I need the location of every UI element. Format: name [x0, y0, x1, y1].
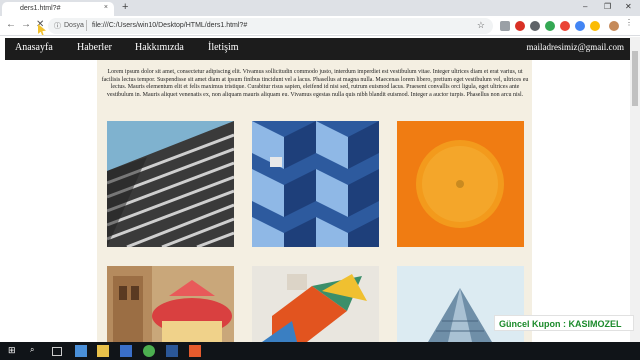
search-icon[interactable]: ⌕ [30, 345, 42, 357]
extension-red-icon[interactable] [515, 21, 525, 31]
site-navbar: Anasayfa Haberler Hakkımızda İletişim ma… [5, 38, 630, 60]
page-viewport: Anasayfa Haberler Hakkımızda İletişim ma… [0, 37, 630, 342]
url-text[interactable]: file:///C:/Users/win10/Desktop/HTML/ders… [92, 22, 247, 29]
translate-icon[interactable] [500, 21, 510, 31]
geometric-shapes-photo [252, 266, 379, 342]
windows-start-icon[interactable]: ⊞ [8, 345, 20, 357]
nav-link-anasayfa[interactable]: Anasayfa [15, 42, 53, 53]
tab-close-icon[interactable]: × [104, 4, 108, 11]
extension-mail-icon[interactable] [560, 21, 570, 31]
word-icon[interactable] [166, 345, 178, 357]
nav-link-iletisim[interactable]: İletişim [208, 42, 239, 53]
scheme-label: Dosya [64, 22, 84, 29]
maximize-button[interactable]: ❐ [604, 2, 611, 11]
chrome-taskbar-icon[interactable] [143, 345, 155, 357]
close-window-button[interactable]: ✕ [625, 2, 632, 11]
nav-link-haberler[interactable]: Haberler [77, 42, 112, 53]
menu-dots-icon[interactable]: ⋮ [625, 18, 635, 28]
scrollbar-thumb[interactable] [632, 51, 638, 106]
address-bar[interactable]: ⓘ Dosya file:///C:/Users/win10/Desktop/H… [48, 18, 493, 34]
task-view-icon[interactable] [52, 347, 62, 356]
file-explorer-icon[interactable] [97, 345, 109, 357]
intro-paragraph: Lorem ipsum dolor sit amet, consectetur … [101, 69, 529, 98]
carousel-photo [107, 266, 234, 342]
bookmark-star-icon[interactable]: ☆ [477, 20, 485, 31]
minimize-button[interactable]: – [583, 2, 587, 11]
content-area: Lorem ipsum dolor sit amet, consectetur … [97, 60, 532, 342]
extension-yellow-icon[interactable] [590, 21, 600, 31]
forward-button[interactable]: → [21, 19, 31, 30]
profile-avatar[interactable] [609, 21, 619, 31]
tab-title: ders1.html?# [20, 5, 61, 12]
extension-green-icon[interactable] [545, 21, 555, 31]
omnibox-divider [86, 20, 87, 31]
extension-gray-icon[interactable] [530, 21, 540, 31]
browser-tab[interactable]: ders1.html?# × [2, 2, 114, 16]
edge-icon[interactable] [75, 345, 87, 357]
new-tab-button[interactable]: + [122, 1, 128, 13]
info-icon[interactable]: ⓘ [54, 21, 61, 31]
orange-fruit-photo [397, 121, 524, 247]
contact-email[interactable]: mailadresimiz@gmail.com [526, 42, 624, 52]
windows-taskbar: ⊞ ⌕ [0, 342, 640, 360]
blue-cubes-photo [252, 121, 379, 247]
app-icon[interactable] [189, 345, 201, 357]
building-facade-photo [107, 121, 234, 247]
vertical-scrollbar[interactable] [630, 37, 640, 342]
browser-toolbar: ← → ✕ ⓘ Dosya file:///C:/Users/win10/Des… [0, 16, 640, 36]
tab-strip: ders1.html?# × + – ❐ ✕ [0, 0, 640, 16]
store-icon[interactable] [120, 345, 132, 357]
back-button[interactable]: ← [6, 19, 16, 30]
coupon-banner: Güncel Kupon : KASIMOZEL [494, 315, 634, 331]
extension-blue-icon[interactable] [575, 21, 585, 31]
nav-link-hakkimizda[interactable]: Hakkımızda [135, 42, 184, 53]
